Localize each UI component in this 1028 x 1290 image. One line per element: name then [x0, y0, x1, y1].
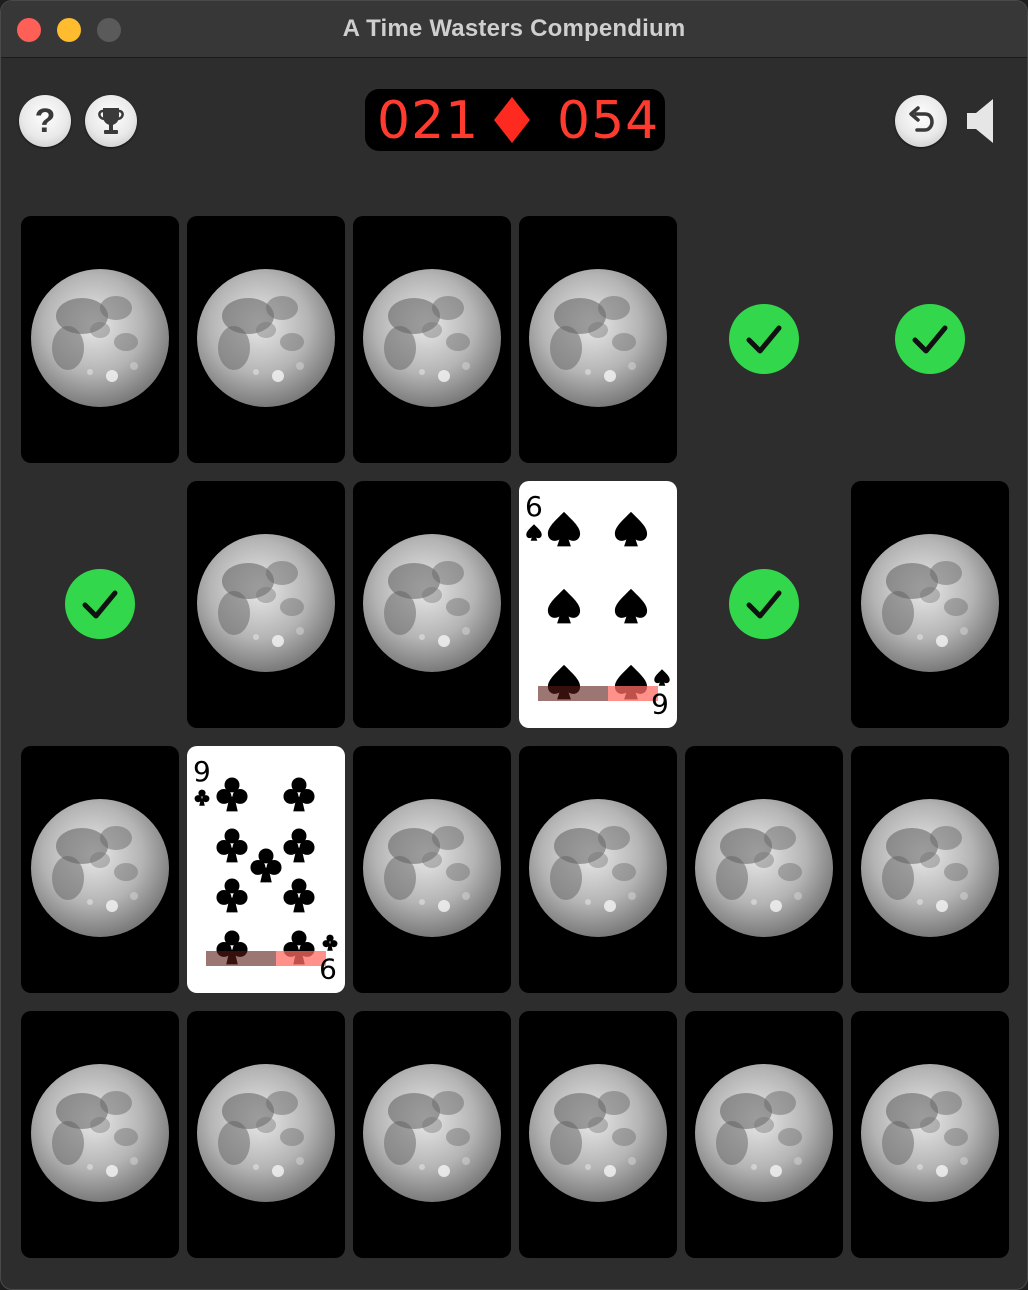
moon-icon — [363, 1064, 501, 1202]
card-back[interactable] — [851, 1011, 1009, 1258]
card-rank-bottom: 6 — [651, 687, 669, 720]
checkmark-icon — [729, 569, 799, 639]
checkmark-icon — [729, 304, 799, 374]
card-back[interactable] — [353, 216, 511, 463]
card-face-9-of-clubs[interactable]: 99 — [187, 746, 345, 993]
card-back[interactable] — [21, 746, 179, 993]
score-left: 021 — [377, 91, 480, 151]
card-back[interactable] — [353, 1011, 511, 1258]
card-back[interactable] — [353, 481, 511, 728]
app-window: A Time Wasters Compendium ? 021 054 6699 — [0, 0, 1028, 1290]
speaker-icon — [967, 99, 993, 143]
moon-icon — [197, 1064, 335, 1202]
card-back[interactable] — [685, 1011, 843, 1258]
checkmark-icon — [895, 304, 965, 374]
matched-slot — [685, 481, 843, 728]
card-rank-bottom: 9 — [319, 952, 337, 985]
moon-icon — [197, 534, 335, 672]
moon-icon — [861, 534, 999, 672]
moon-icon — [861, 799, 999, 937]
card-back[interactable] — [851, 746, 1009, 993]
help-button[interactable]: ? — [19, 95, 71, 147]
card-back[interactable] — [187, 1011, 345, 1258]
moon-icon — [31, 269, 169, 407]
checkmark-icon — [65, 569, 135, 639]
diamond-icon — [494, 97, 530, 143]
card-back[interactable] — [353, 746, 511, 993]
moon-icon — [529, 269, 667, 407]
moon-icon — [31, 799, 169, 937]
moon-icon — [695, 1064, 833, 1202]
moon-icon — [363, 534, 501, 672]
matched-slot — [851, 216, 1009, 463]
title-bar: A Time Wasters Compendium — [1, 1, 1027, 58]
card-back[interactable] — [519, 1011, 677, 1258]
card-back[interactable] — [851, 481, 1009, 728]
moon-icon — [363, 799, 501, 937]
undo-button[interactable] — [895, 95, 947, 147]
help-icon: ? — [34, 102, 56, 140]
moon-icon — [861, 1064, 999, 1202]
moon-icon — [695, 799, 833, 937]
card-back[interactable] — [21, 216, 179, 463]
moon-icon — [197, 269, 335, 407]
card-back[interactable] — [21, 1011, 179, 1258]
matched-slot — [21, 481, 179, 728]
high-scores-button[interactable] — [85, 95, 137, 147]
moon-icon — [31, 1064, 169, 1202]
matched-slot — [685, 216, 843, 463]
moon-icon — [363, 269, 501, 407]
score-right: 054 — [557, 91, 660, 151]
scoreboard: 021 054 — [365, 89, 665, 151]
window-title: A Time Wasters Compendium — [342, 15, 686, 42]
card-rank-top: 9 — [193, 755, 211, 788]
card-rank-top: 6 — [525, 490, 543, 523]
undo-icon — [909, 106, 934, 132]
card-back[interactable] — [519, 746, 677, 993]
moon-icon — [529, 1064, 667, 1202]
trophy-icon — [98, 108, 124, 134]
card-back[interactable] — [187, 481, 345, 728]
card-back[interactable] — [685, 746, 843, 993]
moon-icon — [529, 799, 667, 937]
card-face-6-of-spades[interactable]: 66 — [519, 481, 677, 728]
card-back[interactable] — [519, 216, 677, 463]
card-back[interactable] — [187, 216, 345, 463]
sound-toggle-button[interactable] — [963, 97, 1003, 145]
